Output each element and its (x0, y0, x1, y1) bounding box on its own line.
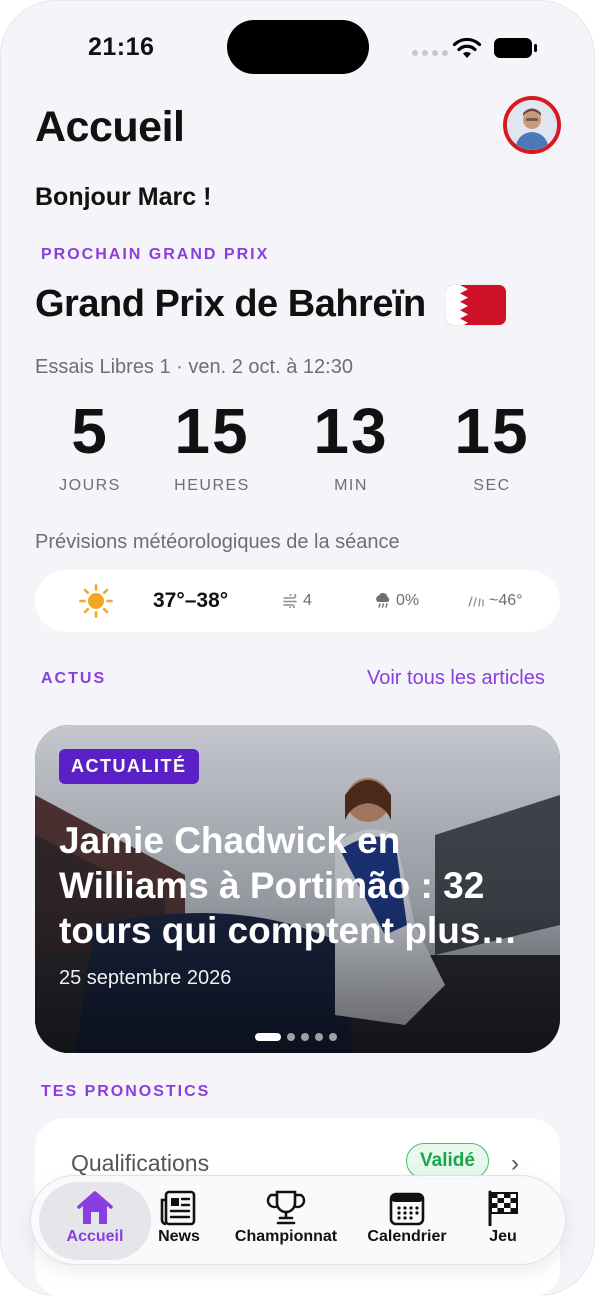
pager-dot[interactable] (287, 1033, 295, 1041)
countdown-hours: 15 HEURES (157, 395, 267, 495)
countdown-value: 5 (71, 395, 109, 467)
bahrain-flag-icon (445, 284, 507, 326)
news-badge: ACTUALITÉ (59, 749, 199, 784)
news-section-label: ACTUS (41, 670, 107, 687)
user-photo-icon (507, 100, 557, 150)
tab-bar: Accueil News Championnat Calendrier Jeu (30, 1175, 566, 1265)
newspaper-icon (160, 1190, 196, 1226)
see-all-articles-link[interactable]: Voir tous les articles (367, 667, 545, 690)
next-gp-eyebrow: PROCHAIN GRAND PRIX (41, 246, 270, 263)
gp-title: Grand Prix de Bahreïn (35, 283, 426, 325)
calendar-icon (389, 1192, 425, 1226)
sun-icon (79, 584, 113, 618)
tab-label: News (158, 1228, 200, 1245)
countdown-days: 5 JOURS (35, 395, 145, 495)
app-screen: 21:16 Accueil Bonjour Marc ! PROCHAIN GR… (0, 0, 595, 1296)
status-time: 21:16 (88, 33, 155, 61)
countdown-minutes: 13 MIN (296, 395, 406, 495)
status-bar: 21:16 (0, 0, 595, 90)
tab-label: Calendrier (367, 1228, 447, 1245)
news-date: 25 septembre 2026 (59, 967, 232, 989)
wind-value: 4 (303, 592, 312, 609)
greeting: Bonjour Marc ! (35, 183, 212, 211)
rain-cloud-icon (376, 593, 390, 608)
avatar[interactable] (503, 96, 561, 154)
signal-icon (412, 50, 448, 56)
pager-dot[interactable] (329, 1033, 337, 1041)
trophy-icon (266, 1190, 306, 1225)
tab-news[interactable]: News (143, 1182, 215, 1260)
countdown-seconds: 15 SEC (437, 395, 547, 495)
news-title: Jamie Chadwick en Williams à Portimão : … (59, 820, 518, 951)
countdown-value: 15 (174, 395, 250, 467)
humidity-value: ~46° (489, 592, 523, 609)
carousel-pager[interactable] (255, 1033, 337, 1041)
wind-info: 4 (283, 592, 312, 610)
news-card[interactable]: ACTUALITÉ Jamie Chadwick en Williams à P… (35, 725, 560, 1053)
countdown: 5 JOURS 15 HEURES 13 MIN 15 SEC (35, 395, 560, 505)
countdown-value: 13 (313, 395, 389, 467)
tab-label: Championnat (234, 1228, 338, 1245)
weather-pill: 37°–38° 4 0% ~46° (35, 570, 560, 632)
tab-accueil[interactable]: Accueil (39, 1182, 151, 1260)
tab-jeu[interactable]: Jeu (471, 1182, 535, 1260)
page-title: Accueil (35, 103, 185, 151)
prediction-status-badge: Validé (406, 1143, 489, 1179)
forecast-label: Prévisions météorologiques de la séance (35, 531, 400, 553)
humidity-icon (468, 596, 484, 607)
pager-dot[interactable] (255, 1033, 281, 1041)
dynamic-island (227, 20, 369, 74)
humidity-info: ~46° (467, 592, 523, 610)
rain-info: 0% (374, 592, 419, 610)
tab-calendrier[interactable]: Calendrier (357, 1182, 457, 1260)
session-info: Essais Libres 1 · ven. 2 oct. à 12:30 (35, 356, 353, 378)
pager-dot[interactable] (315, 1033, 323, 1041)
weather-temp: 37°–38° (153, 589, 229, 612)
rain-value: 0% (396, 592, 420, 609)
countdown-label: JOURS (59, 477, 121, 494)
countdown-value: 15 (454, 395, 530, 467)
tab-label: Jeu (489, 1228, 517, 1245)
wind-icon (283, 594, 297, 608)
wifi-icon (452, 37, 482, 58)
tab-label: Accueil (66, 1228, 124, 1245)
checkered-flag-icon (488, 1190, 518, 1226)
chevron-right-icon: › (511, 1150, 519, 1177)
countdown-label: MIN (334, 477, 368, 494)
countdown-label: HEURES (174, 477, 250, 494)
battery-icon (494, 38, 537, 58)
home-icon (77, 1191, 113, 1224)
prediction-label: Qualifications (71, 1150, 210, 1176)
predictions-section-label: TES PRONOSTICS (41, 1083, 211, 1100)
pager-dot[interactable] (301, 1033, 309, 1041)
countdown-label: SEC (473, 477, 511, 494)
tab-championnat[interactable]: Championnat (229, 1182, 343, 1260)
